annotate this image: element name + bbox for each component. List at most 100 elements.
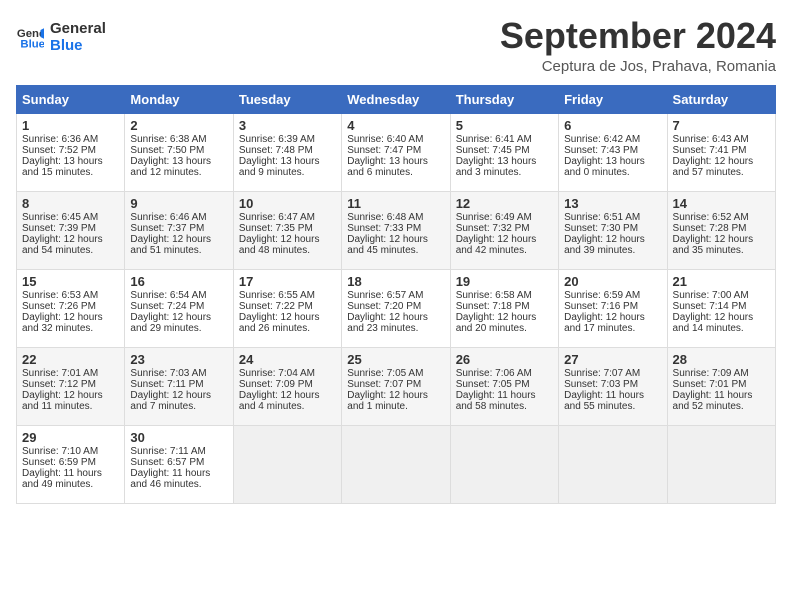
day-info: Sunset: 7:45 PM <box>456 145 553 156</box>
day-number: 3 <box>239 118 336 133</box>
day-info: Sunrise: 6:53 AM <box>22 290 119 301</box>
table-cell <box>342 425 450 503</box>
day-info: and 54 minutes. <box>22 245 119 256</box>
day-info: Sunset: 7:33 PM <box>347 223 444 234</box>
day-info: Daylight: 12 hours <box>130 390 227 401</box>
day-info: Sunrise: 7:01 AM <box>22 368 119 379</box>
day-info: Sunrise: 6:36 AM <box>22 134 119 145</box>
day-info: and 4 minutes. <box>239 401 336 412</box>
table-row: 22Sunrise: 7:01 AMSunset: 7:12 PMDayligh… <box>17 347 776 425</box>
table-cell: 18Sunrise: 6:57 AMSunset: 7:20 PMDayligh… <box>342 269 450 347</box>
col-sunday: Sunday <box>17 85 125 113</box>
logo-line1: General <box>50 20 106 37</box>
day-number: 29 <box>22 430 119 445</box>
day-info: Sunset: 7:07 PM <box>347 379 444 390</box>
table-cell <box>233 425 341 503</box>
day-info: Daylight: 12 hours <box>673 156 770 167</box>
day-info: Sunrise: 7:04 AM <box>239 368 336 379</box>
day-number: 11 <box>347 196 444 211</box>
day-info: and 14 minutes. <box>673 323 770 334</box>
table-cell: 22Sunrise: 7:01 AMSunset: 7:12 PMDayligh… <box>17 347 125 425</box>
day-info: Daylight: 12 hours <box>239 390 336 401</box>
day-number: 5 <box>456 118 553 133</box>
table-cell <box>450 425 558 503</box>
day-info: and 17 minutes. <box>564 323 661 334</box>
day-info: Daylight: 13 hours <box>564 156 661 167</box>
day-info: and 42 minutes. <box>456 245 553 256</box>
table-row: 1Sunrise: 6:36 AMSunset: 7:52 PMDaylight… <box>17 113 776 191</box>
day-info: Sunset: 6:57 PM <box>130 457 227 468</box>
table-cell: 15Sunrise: 6:53 AMSunset: 7:26 PMDayligh… <box>17 269 125 347</box>
day-number: 1 <box>22 118 119 133</box>
day-number: 13 <box>564 196 661 211</box>
day-info: Daylight: 12 hours <box>456 312 553 323</box>
day-info: and 58 minutes. <box>456 401 553 412</box>
header-row: Sunday Monday Tuesday Wednesday Thursday… <box>17 85 776 113</box>
day-number: 2 <box>130 118 227 133</box>
table-cell: 21Sunrise: 7:00 AMSunset: 7:14 PMDayligh… <box>667 269 775 347</box>
day-info: and 0 minutes. <box>564 167 661 178</box>
day-info: Daylight: 12 hours <box>673 312 770 323</box>
day-info: Daylight: 12 hours <box>347 234 444 245</box>
day-info: Sunset: 7:37 PM <box>130 223 227 234</box>
day-info: Sunset: 7:16 PM <box>564 301 661 312</box>
day-number: 15 <box>22 274 119 289</box>
day-info: Sunset: 7:30 PM <box>564 223 661 234</box>
day-info: Daylight: 12 hours <box>239 312 336 323</box>
day-info: Sunset: 7:11 PM <box>130 379 227 390</box>
day-number: 27 <box>564 352 661 367</box>
day-info: Daylight: 12 hours <box>347 312 444 323</box>
day-info: Daylight: 13 hours <box>456 156 553 167</box>
table-cell: 26Sunrise: 7:06 AMSunset: 7:05 PMDayligh… <box>450 347 558 425</box>
day-info: Daylight: 12 hours <box>564 234 661 245</box>
day-number: 22 <box>22 352 119 367</box>
location-title: Ceptura de Jos, Prahava, Romania <box>500 58 776 75</box>
day-info: and 26 minutes. <box>239 323 336 334</box>
day-info: Sunrise: 6:55 AM <box>239 290 336 301</box>
table-cell: 9Sunrise: 6:46 AMSunset: 7:37 PMDaylight… <box>125 191 233 269</box>
day-info: Sunrise: 7:05 AM <box>347 368 444 379</box>
day-info: Sunrise: 6:59 AM <box>564 290 661 301</box>
day-info: Sunset: 7:26 PM <box>22 301 119 312</box>
day-info: and 3 minutes. <box>456 167 553 178</box>
day-number: 7 <box>673 118 770 133</box>
table-cell: 11Sunrise: 6:48 AMSunset: 7:33 PMDayligh… <box>342 191 450 269</box>
day-info: and 39 minutes. <box>564 245 661 256</box>
day-info: and 51 minutes. <box>130 245 227 256</box>
day-info: and 48 minutes. <box>239 245 336 256</box>
table-cell: 19Sunrise: 6:58 AMSunset: 7:18 PMDayligh… <box>450 269 558 347</box>
day-number: 6 <box>564 118 661 133</box>
day-info: Sunrise: 6:52 AM <box>673 212 770 223</box>
day-info: Sunset: 7:50 PM <box>130 145 227 156</box>
day-info: Daylight: 12 hours <box>22 390 119 401</box>
day-info: Daylight: 13 hours <box>130 156 227 167</box>
table-cell: 29Sunrise: 7:10 AMSunset: 6:59 PMDayligh… <box>17 425 125 503</box>
day-info: and 49 minutes. <box>22 479 119 490</box>
day-info: Daylight: 12 hours <box>456 234 553 245</box>
day-number: 10 <box>239 196 336 211</box>
day-info: and 1 minute. <box>347 401 444 412</box>
day-number: 4 <box>347 118 444 133</box>
day-info: Sunrise: 6:57 AM <box>347 290 444 301</box>
title-area: September 2024 Ceptura de Jos, Prahava, … <box>500 16 776 75</box>
day-info: Sunset: 7:48 PM <box>239 145 336 156</box>
table-cell: 10Sunrise: 6:47 AMSunset: 7:35 PMDayligh… <box>233 191 341 269</box>
day-info: and 6 minutes. <box>347 167 444 178</box>
day-info: and 23 minutes. <box>347 323 444 334</box>
day-info: Sunrise: 6:45 AM <box>22 212 119 223</box>
day-info: Sunset: 7:24 PM <box>130 301 227 312</box>
day-info: Sunrise: 7:11 AM <box>130 446 227 457</box>
day-info: and 9 minutes. <box>239 167 336 178</box>
day-info: Sunset: 7:43 PM <box>564 145 661 156</box>
table-cell: 7Sunrise: 6:43 AMSunset: 7:41 PMDaylight… <box>667 113 775 191</box>
table-cell: 30Sunrise: 7:11 AMSunset: 6:57 PMDayligh… <box>125 425 233 503</box>
day-number: 12 <box>456 196 553 211</box>
table-row: 29Sunrise: 7:10 AMSunset: 6:59 PMDayligh… <box>17 425 776 503</box>
day-info: Sunrise: 6:40 AM <box>347 134 444 145</box>
table-cell <box>559 425 667 503</box>
calendar-table: Sunday Monday Tuesday Wednesday Thursday… <box>16 85 776 504</box>
day-info: and 45 minutes. <box>347 245 444 256</box>
logo-icon: General Blue <box>16 23 44 51</box>
day-info: Sunset: 7:47 PM <box>347 145 444 156</box>
day-info: Sunrise: 6:41 AM <box>456 134 553 145</box>
